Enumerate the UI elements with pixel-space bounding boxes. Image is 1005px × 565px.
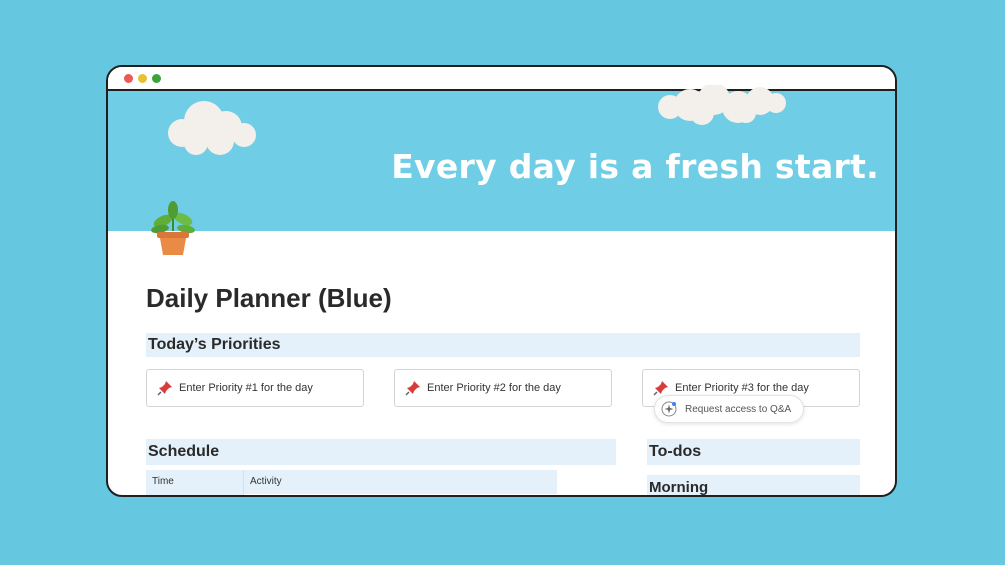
page-title: Daily Planner (Blue) — [146, 283, 392, 313]
table-row[interactable] — [244, 494, 557, 495]
pushpin-icon — [653, 381, 668, 396]
priorities-heading: Today’s Priorities — [146, 333, 860, 357]
todos-heading: To-dos — [647, 439, 860, 465]
pushpin-icon — [405, 381, 420, 396]
morning-subheading: Morning — [647, 475, 860, 495]
priority-label: Enter Priority #3 for the day — [675, 382, 809, 394]
potted-plant-icon[interactable] — [148, 201, 198, 257]
close-window-button[interactable] — [124, 74, 133, 83]
column-divider — [243, 470, 244, 495]
schedule-heading: Schedule — [146, 439, 616, 465]
cloud-illustration — [658, 85, 786, 125]
priority-label: Enter Priority #2 for the day — [427, 382, 561, 394]
cover-tagline: Every day is a fresh start. — [391, 147, 879, 186]
priority-card-2[interactable]: Enter Priority #2 for the day — [394, 369, 612, 407]
cloud-illustration — [168, 101, 256, 155]
priority-label: Enter Priority #1 for the day — [179, 382, 313, 394]
cover-banner: Every day is a fresh start. — [108, 85, 895, 231]
request-qa-button[interactable]: Request access to Q&A — [654, 395, 804, 423]
minimize-window-button[interactable] — [138, 74, 147, 83]
maximize-window-button[interactable] — [152, 74, 161, 83]
pushpin-icon — [157, 381, 172, 396]
request-qa-label: Request access to Q&A — [685, 403, 792, 415]
column-header-activity[interactable]: Activity — [250, 470, 282, 494]
schedule-table[interactable]: Time Activity — [146, 470, 557, 495]
sparkle-icon — [661, 401, 677, 417]
column-header-time[interactable]: Time — [152, 470, 174, 494]
app-window: Every day is a fresh start. Daily Planne… — [106, 65, 897, 497]
priority-card-1[interactable]: Enter Priority #1 for the day — [146, 369, 364, 407]
